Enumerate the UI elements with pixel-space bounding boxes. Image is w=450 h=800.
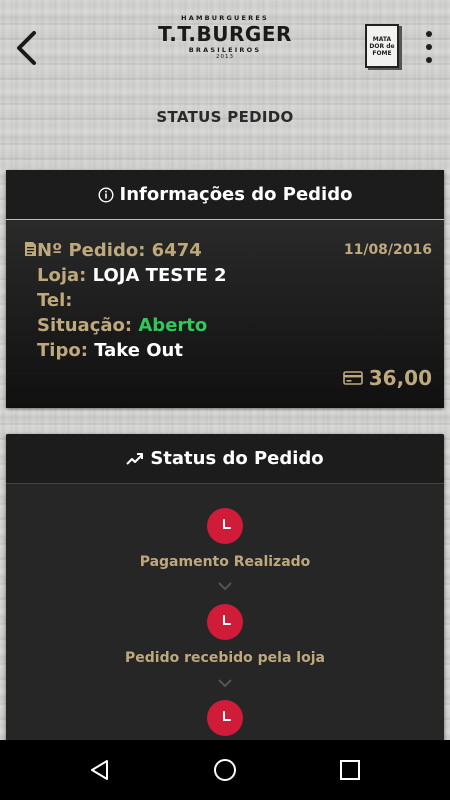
type-label: Tipo: [37,340,88,361]
brand-name: T.T.BURGER [158,22,292,46]
store-label: Loja: [37,265,87,286]
type-value: Take Out [94,340,183,361]
order-info-header: Informações do Pedido [6,170,444,220]
status-step-label: Pagamento Realizado [139,554,311,570]
order-info-body: Nº Pedido: 6474 11/08/2016 Loja: LOJA TE… [6,220,444,408]
menu-dot [426,57,432,63]
book-line-3: FOME [372,49,392,57]
order-status-title: Status do Pedido [150,448,324,469]
page-title: STATUS PEDIDO [156,108,294,126]
back-button[interactable] [8,26,44,70]
nav-home-icon[interactable] [212,757,238,783]
trending-up-icon [126,452,144,466]
document-icon [24,241,37,262]
order-number-row: Nº Pedido: 6474 [24,240,202,262]
book-line-1: MATA [372,35,392,43]
book-icon[interactable]: MATA DOR de FOME [365,24,399,68]
credit-card-icon [342,366,363,390]
brand-bottom: BRASILEIROS [188,46,262,54]
order-status-card: Status do Pedido Pagamento Realizado Ped… [6,434,444,754]
info-icon [98,186,114,203]
status-step-label: Pedido recebido pela loja [125,650,325,666]
nav-recents-icon[interactable] [337,757,363,783]
clock-icon [207,700,243,736]
brand-year: 2013 [216,54,234,60]
menu-dot [426,31,432,37]
back-arrow-icon [17,31,36,65]
order-number-label: Nº Pedido: [37,240,146,261]
order-date: 11/08/2016 [343,242,432,258]
overflow-menu-icon[interactable] [420,30,438,64]
status-timeline: Pagamento Realizado Pedido recebido pela… [6,484,444,754]
system-nav-bar [0,740,450,800]
nav-back-icon[interactable] [87,757,113,783]
type-row: Tipo: Take Out [37,340,183,361]
status-row: Situação: Aberto [37,315,207,336]
order-total-value: 36,00 [368,366,432,390]
order-info-title: Informações do Pedido [119,184,353,205]
clock-icon [207,508,243,544]
book-line-2: DOR de [369,42,395,50]
order-total: 36,00 [342,366,432,390]
order-number-value: 6474 [151,240,202,261]
chevron-down-icon [218,582,232,591]
brand-top: HAMBURGUERES [181,14,269,22]
store-row: Loja: LOJA TESTE 2 [37,265,227,286]
brand-logo: HAMBURGUERES T.T.BURGER BRASILEIROS 2013 [150,14,300,74]
store-value: LOJA TESTE 2 [92,265,227,286]
phone-row: Tel: [37,290,72,311]
status-value: Aberto [138,315,208,336]
order-status-header: Status do Pedido [6,434,444,484]
phone-label: Tel: [37,290,73,311]
top-bar: HAMBURGUERES T.T.BURGER BRASILEIROS 2013… [0,0,450,96]
clock-icon [207,604,243,640]
status-label: Situação: [37,315,133,336]
chevron-down-icon [218,679,232,688]
menu-dot [426,44,432,50]
order-info-card: Informações do Pedido Nº Pedido: 6474 11… [6,170,444,408]
